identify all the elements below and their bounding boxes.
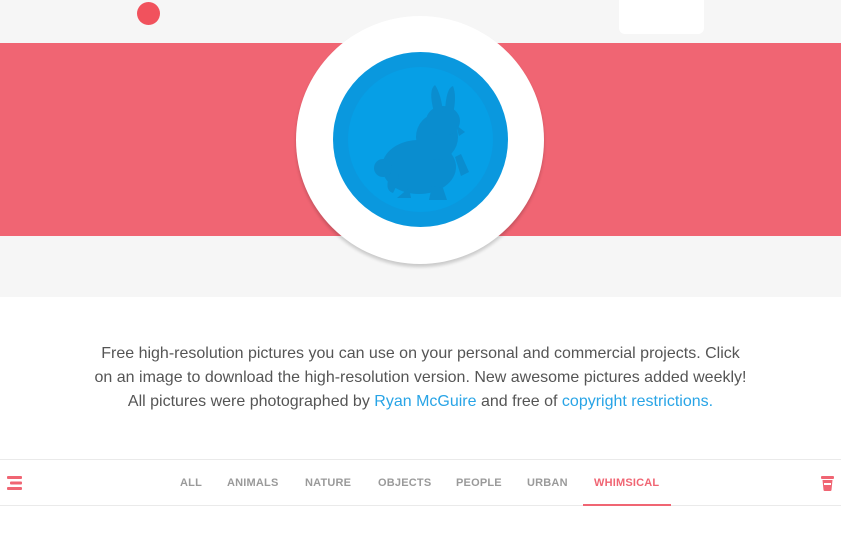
top-dropdown-tab[interactable] <box>619 0 704 34</box>
site-logo[interactable] <box>296 16 544 264</box>
tab-people[interactable]: PEOPLE <box>456 460 502 506</box>
author-link[interactable]: Ryan McGuire <box>374 393 476 410</box>
copyright-link[interactable]: copyright restrictions. <box>562 393 713 410</box>
tab-objects[interactable]: OBJECTS <box>378 460 431 506</box>
tab-urban[interactable]: URBAN <box>527 460 568 506</box>
active-tab-indicator <box>583 504 671 506</box>
intro-line-2: on an image to download the high-resolut… <box>94 369 747 386</box>
tab-all[interactable]: ALL <box>180 460 202 506</box>
intro-line-3-middle: and free of <box>476 393 562 410</box>
category-nav: ALL ANIMALS NATURE OBJECTS PEOPLE URBAN … <box>0 459 841 506</box>
category-tabs: ALL ANIMALS NATURE OBJECTS PEOPLE URBAN … <box>0 460 841 506</box>
intro-line-3-prefix: All pictures were photographed by <box>127 393 375 410</box>
logo-circle <box>333 52 508 227</box>
rabbit-icon <box>374 85 469 200</box>
cup-icon[interactable] <box>821 475 834 491</box>
tab-whimsical[interactable]: WHIMSICAL <box>594 460 659 506</box>
intro-text: Free high-resolution pictures you can us… <box>0 342 841 414</box>
intro-line-1: Free high-resolution pictures you can us… <box>101 345 740 362</box>
notification-dot[interactable] <box>137 2 160 25</box>
tab-animals[interactable]: ANIMALS <box>227 460 279 506</box>
intro-line-3: All pictures were photographed by Ryan M… <box>0 390 841 414</box>
tab-nature[interactable]: NATURE <box>305 460 351 506</box>
